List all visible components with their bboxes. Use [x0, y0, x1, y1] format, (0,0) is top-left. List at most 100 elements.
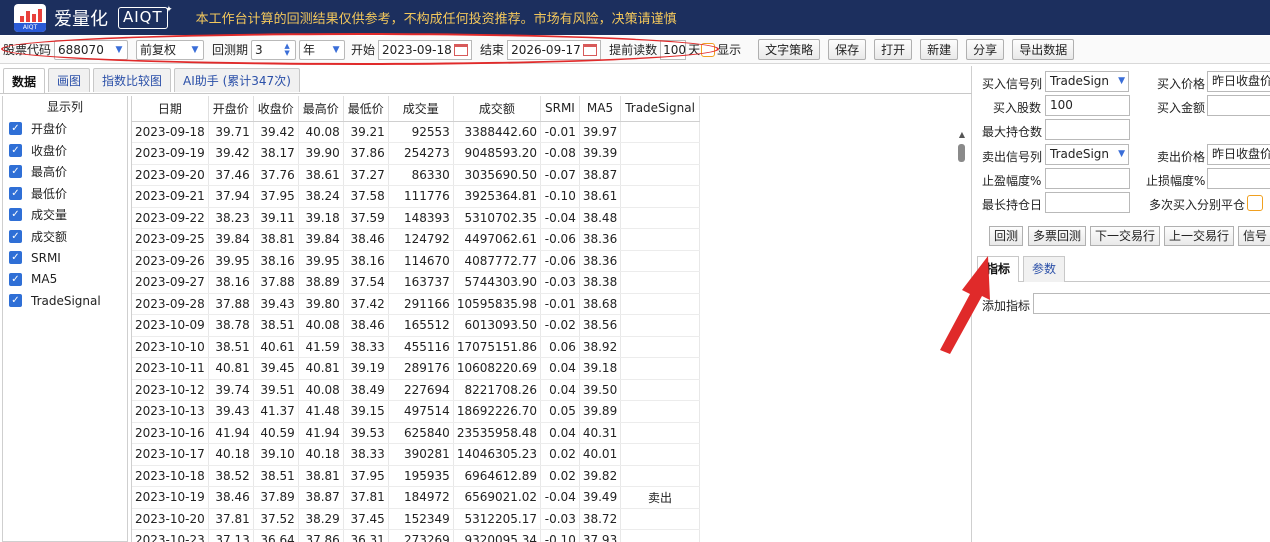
signal-button[interactable]: 信号 [1238, 226, 1270, 246]
table-row[interactable]: 2023-09-25 39.84 38.81 39.84 38.46 124792 4497… [132, 228, 700, 251]
table-cell: 455116 [388, 336, 454, 358]
next-trade-row-button[interactable]: 下一交易行 [1090, 226, 1161, 246]
text-strategy-button[interactable]: 文字策略 [758, 39, 821, 60]
end-date-input[interactable]: 2026-09-17 [507, 39, 602, 60]
header-ma5[interactable]: MA5 [579, 96, 622, 122]
table-row[interactable]: 2023-10-18 38.52 38.51 38.81 37.95 195935 6964… [132, 465, 700, 487]
table-cell: 3035690.50 [453, 164, 541, 186]
table-row[interactable]: 2023-09-20 37.46 37.76 38.61 37.27 86330 30356… [132, 164, 700, 186]
table-cell: 2023-09-19 [132, 142, 209, 165]
calendar-icon[interactable] [454, 43, 469, 56]
tab-index-compare[interactable]: 指数比较图 [93, 68, 172, 92]
column-toggle[interactable]: ✓ 收盘价 [3, 140, 127, 162]
table-row[interactable]: 2023-09-27 38.16 37.88 38.89 37.54 163737 5744… [132, 271, 700, 294]
header-date[interactable]: 日期 [132, 96, 209, 122]
table-cell [620, 314, 700, 337]
table-row[interactable]: 2023-09-26 39.95 38.16 39.95 38.16 114670 4087… [132, 250, 700, 272]
table-row[interactable]: 2023-10-17 40.18 39.10 40.18 38.33 390281 1404… [132, 443, 700, 466]
stepper-arrows-icon[interactable]: ▲ ▼ [279, 41, 295, 59]
header-open[interactable]: 开盘价 [208, 96, 254, 122]
header-amount[interactable]: 成交额 [453, 96, 541, 122]
column-toggle[interactable]: ✓ TradeSignal [3, 290, 127, 312]
header-volume[interactable]: 成交量 [388, 96, 454, 122]
table-row[interactable]: 2023-10-16 41.94 40.59 41.94 39.53 625840 2353… [132, 422, 700, 444]
header-high[interactable]: 最高价 [298, 96, 344, 122]
checkbox-checked-icon[interactable]: ✓ [9, 122, 22, 136]
tab-ai-assistant[interactable]: AI助手 (累计347次) [174, 68, 300, 92]
start-date-input[interactable]: 2023-09-18 [378, 39, 473, 60]
header-low[interactable]: 最低价 [343, 96, 389, 122]
export-data-button[interactable]: 导出数据 [1012, 39, 1075, 60]
share-button[interactable]: 分享 [966, 39, 1005, 60]
checkbox-checked-icon[interactable]: ✓ [9, 272, 22, 286]
buy-shares-input[interactable]: 100 [1045, 95, 1130, 116]
table-row[interactable]: 2023-10-12 39.74 39.51 40.08 38.49 227694 8221… [132, 379, 700, 401]
tab-indicators[interactable]: 指标 [977, 256, 1020, 282]
checkbox-checked-icon[interactable]: ✓ [9, 229, 22, 243]
add-indicator-input[interactable] [1033, 293, 1270, 314]
max-days-input[interactable] [1045, 192, 1130, 213]
buy-signal-select[interactable]: TradeSign ▼ [1045, 71, 1129, 92]
sell-price-select[interactable]: 昨日收盘价 [1207, 144, 1270, 165]
new-button[interactable]: 新建 [920, 39, 959, 60]
header-srmi[interactable]: SRMI [540, 96, 580, 122]
buy-amount-input[interactable] [1207, 95, 1270, 116]
header-tradesignal[interactable]: TradeSignal [620, 96, 700, 122]
checkbox-checked-icon[interactable]: ✓ [9, 165, 22, 179]
table-row[interactable]: 2023-09-28 37.88 39.43 39.80 37.42 291166 1059… [132, 293, 700, 315]
tab-params[interactable]: 参数 [1023, 256, 1066, 282]
checkbox-checked-icon[interactable]: ✓ [9, 294, 22, 308]
checkbox-checked-icon[interactable]: ✓ [9, 186, 22, 200]
scroll-thumb[interactable] [958, 144, 965, 162]
checkbox-checked-icon[interactable]: ✓ [9, 208, 22, 222]
backtest-button[interactable]: 回测 [989, 226, 1024, 246]
table-row[interactable]: 2023-10-11 40.81 39.45 40.81 39.19 289176 1060… [132, 357, 700, 380]
table-row[interactable]: 2023-10-20 37.81 37.52 38.29 37.45 152349 5312… [132, 508, 700, 530]
table-scrollbar[interactable]: ▲ [954, 122, 970, 542]
multi-backtest-button[interactable]: 多票回测 [1028, 226, 1087, 246]
column-toggle[interactable]: ✓ 成交额 [3, 226, 127, 248]
table-row[interactable]: 2023-10-10 38.51 40.61 41.59 38.33 455116 1707… [132, 336, 700, 358]
column-toggle[interactable]: ✓ MA5 [3, 269, 127, 291]
take-profit-input[interactable] [1045, 168, 1130, 189]
column-toggle[interactable]: ✓ 最高价 [3, 161, 127, 183]
show-checkbox[interactable] [701, 42, 716, 57]
buy-price-select[interactable]: 昨日收盘价 [1207, 71, 1270, 92]
table-row[interactable]: 2023-10-13 39.43 41.37 41.48 39.15 497514 1869… [132, 400, 700, 423]
stock-code-select[interactable]: 688070 ▼ [54, 39, 129, 60]
header-close[interactable]: 收盘价 [253, 96, 299, 122]
column-toggle[interactable]: ✓ 成交量 [3, 204, 127, 226]
table-cell: -0.03 [540, 508, 580, 530]
table-cell: 39.95 [298, 250, 344, 272]
table-cell: 38.68 [579, 293, 622, 315]
preread-input[interactable]: 100 [660, 39, 687, 60]
table-cell: 39.19 [343, 357, 389, 380]
calendar-icon[interactable] [583, 43, 598, 56]
backtest-unit-select[interactable]: 年 ▼ [299, 39, 346, 60]
stop-loss-input[interactable] [1207, 168, 1270, 189]
backtest-period-stepper[interactable]: 3 ▲ ▼ [251, 39, 297, 60]
column-toggle[interactable]: ✓ 最低价 [3, 183, 127, 205]
save-button[interactable]: 保存 [828, 39, 867, 60]
adjust-select[interactable]: 前复权 ▼ [136, 39, 205, 60]
table-row[interactable]: 2023-10-19 38.46 37.89 38.87 37.81 184972 6569… [132, 486, 700, 509]
table-row[interactable]: 2023-09-21 37.94 37.95 38.24 37.58 111776 3925… [132, 185, 700, 208]
tab-data[interactable]: 数据 [3, 68, 46, 94]
table-row[interactable]: 2023-10-09 38.78 38.51 40.08 38.46 165512 6013… [132, 314, 700, 337]
scroll-up-icon[interactable]: ▲ [954, 130, 970, 139]
max-hold-input[interactable] [1045, 119, 1130, 140]
buy-amount-label: 买入金额 [1157, 101, 1206, 115]
table-row[interactable]: 2023-09-18 39.71 39.42 40.08 39.21 92553 33884… [132, 121, 700, 143]
table-row[interactable]: 2023-09-19 39.42 38.17 39.90 37.86 254273 9048… [132, 142, 700, 165]
prev-trade-row-button[interactable]: 上一交易行 [1164, 226, 1235, 246]
column-toggle[interactable]: ✓ SRMI [3, 247, 127, 269]
checkbox-checked-icon[interactable]: ✓ [9, 143, 22, 157]
tab-chart[interactable]: 画图 [48, 68, 91, 92]
multi-buy-checkbox[interactable] [1247, 195, 1263, 211]
open-button[interactable]: 打开 [874, 39, 913, 60]
table-row[interactable]: 2023-09-22 38.23 39.11 39.18 37.59 148393 5310… [132, 207, 700, 229]
table-row[interactable]: 2023-10-23 37.13 36.64 37.86 36.31 273269 9320… [132, 529, 700, 542]
sell-signal-select[interactable]: TradeSign ▼ [1045, 144, 1129, 165]
column-toggle[interactable]: ✓ 开盘价 [3, 118, 127, 140]
checkbox-checked-icon[interactable]: ✓ [9, 251, 22, 265]
